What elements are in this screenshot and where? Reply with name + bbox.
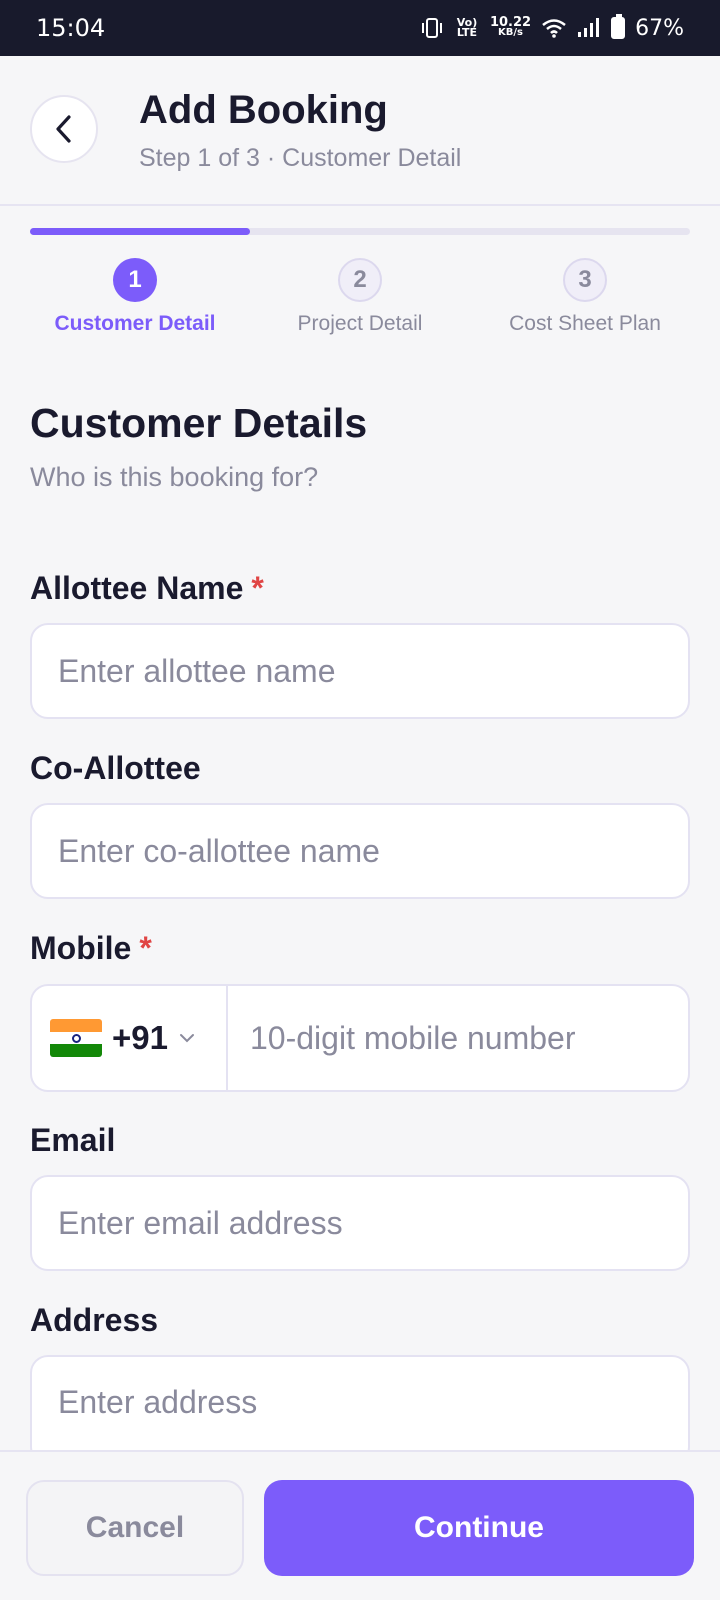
network-speed: 10.22 KB/s bbox=[490, 16, 531, 38]
required-mark: * bbox=[139, 930, 152, 966]
mobile-placeholder: 10-digit mobile number bbox=[250, 1019, 576, 1056]
app-header: Add Booking Step 1 of 3 · Customer Detai… bbox=[0, 56, 720, 206]
india-flag-icon bbox=[50, 1019, 102, 1057]
signal-icon bbox=[578, 18, 600, 37]
country-code: +91 bbox=[112, 1019, 168, 1056]
network-label: Vo) LTE bbox=[456, 16, 478, 39]
step-label: Customer Detail bbox=[54, 312, 216, 335]
step-number: 2 bbox=[338, 258, 382, 302]
status-bar: 15:04 Vo) LTE 10.22 KB/s 67% bbox=[0, 0, 720, 56]
co-allottee-placeholder: Enter co-allottee name bbox=[58, 832, 380, 869]
page-subtitle: Step 1 of 3 · Customer Detail bbox=[139, 144, 462, 172]
step-number: 1 bbox=[113, 258, 157, 302]
progress-fill bbox=[30, 228, 250, 235]
allottee-name-input[interactable]: Enter allottee name bbox=[30, 623, 690, 719]
address-input[interactable]: Enter address bbox=[30, 1355, 690, 1465]
field-label-text: Mobile bbox=[30, 930, 132, 966]
stepper: 1 Customer Detail 2 Project Detail 3 Cos… bbox=[0, 258, 720, 348]
step-number: 3 bbox=[563, 258, 607, 302]
back-button[interactable] bbox=[30, 95, 98, 163]
battery-icon bbox=[611, 14, 626, 39]
co-allottee-label: Co-Allottee bbox=[30, 750, 201, 786]
wifi-icon bbox=[542, 19, 566, 38]
mobile-field: +91 10-digit mobile number bbox=[30, 984, 690, 1092]
email-input[interactable]: Enter email address bbox=[30, 1175, 690, 1271]
email-placeholder: Enter email address bbox=[58, 1204, 343, 1241]
country-code-select[interactable]: +91 bbox=[32, 986, 228, 1090]
chevron-left-icon bbox=[56, 115, 71, 143]
address-label: Address bbox=[30, 1302, 159, 1338]
page-title: Add Booking bbox=[139, 88, 388, 132]
step-label: Cost Sheet Plan bbox=[509, 312, 661, 335]
section-subtitle: Who is this booking for? bbox=[30, 462, 319, 492]
battery-percent: 67% bbox=[635, 15, 684, 41]
step-project-detail: 2 Project Detail bbox=[250, 258, 470, 336]
progress-bar bbox=[30, 228, 690, 235]
vibrate-icon bbox=[421, 18, 442, 38]
email-label: Email bbox=[30, 1122, 116, 1158]
step-label: Project Detail bbox=[297, 312, 423, 335]
allottee-name-label: Allottee Name * bbox=[30, 570, 264, 607]
footer-actions: Cancel Continue bbox=[0, 1450, 720, 1600]
mobile-number-input[interactable]: 10-digit mobile number bbox=[228, 986, 688, 1090]
address-placeholder: Enter address bbox=[58, 1384, 258, 1420]
section-title: Customer Details bbox=[30, 400, 368, 446]
cancel-button[interactable]: Cancel bbox=[26, 1480, 244, 1576]
required-mark: * bbox=[251, 570, 264, 606]
status-time: 15:04 bbox=[36, 14, 106, 42]
continue-button[interactable]: Continue bbox=[264, 1480, 694, 1576]
allottee-name-placeholder: Enter allottee name bbox=[58, 652, 336, 689]
status-icons: Vo) LTE 10.22 KB/s 67% bbox=[420, 14, 684, 41]
step-cost-sheet-plan: 3 Cost Sheet Plan bbox=[475, 258, 695, 336]
step-customer-detail: 1 Customer Detail bbox=[25, 258, 245, 336]
chevron-down-icon bbox=[179, 1034, 194, 1043]
field-label-text: Allottee Name bbox=[30, 570, 244, 606]
co-allottee-input[interactable]: Enter co-allottee name bbox=[30, 803, 690, 899]
mobile-label: Mobile * bbox=[30, 930, 152, 967]
